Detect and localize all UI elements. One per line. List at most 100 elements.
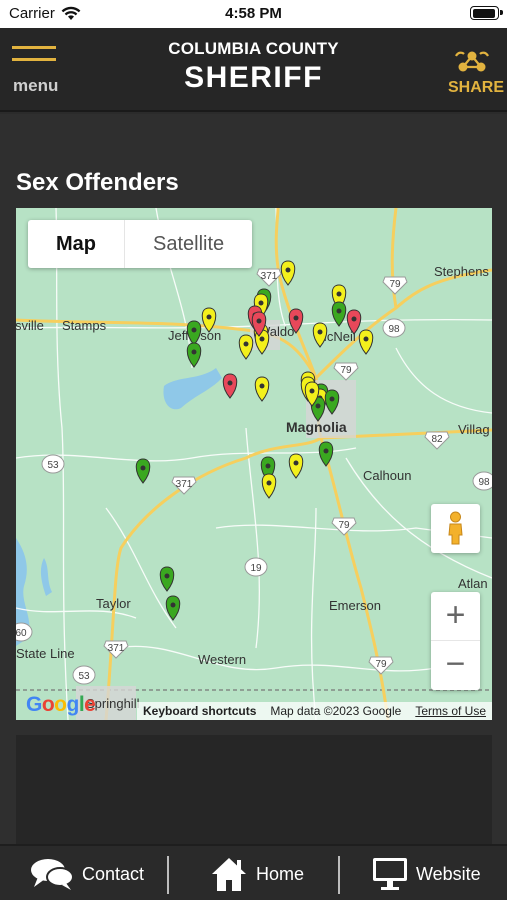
chat-bubbles-icon <box>31 859 74 890</box>
yellow-offender-marker[interactable] <box>238 334 254 360</box>
share-icon <box>455 51 489 72</box>
marker-dot <box>164 573 170 579</box>
place-label: Magnolia <box>286 419 347 435</box>
svg-text:53: 53 <box>47 460 59 471</box>
tab-home-label: Home <box>256 863 305 884</box>
share-label: SHARE <box>448 79 505 96</box>
yellow-offender-marker[interactable] <box>280 260 296 286</box>
map-footer: Google Keyboard shortcuts Map data ©2023… <box>16 693 492 720</box>
svg-text:53: 53 <box>78 671 90 682</box>
map-view-button[interactable]: Map <box>28 220 124 268</box>
clock: 4:58 PM <box>225 5 282 22</box>
place-label: Atlan <box>458 576 488 591</box>
marker-dot <box>351 316 357 322</box>
marker-dot <box>293 460 299 466</box>
marker-dot <box>285 267 291 273</box>
place-label: Stephens <box>434 264 489 279</box>
place-label: Stamps <box>62 318 107 333</box>
tab-separator <box>167 856 169 894</box>
marker-dot <box>140 465 146 471</box>
place-label: State Line <box>16 646 75 661</box>
marker-dot <box>336 291 342 297</box>
marker-dot <box>258 300 264 306</box>
svg-text:79: 79 <box>338 520 350 531</box>
marker-dot <box>315 403 321 409</box>
tab-website-label: Website <box>416 863 481 884</box>
battery-icon <box>470 6 503 20</box>
zoom-out-button[interactable]: − <box>431 641 480 690</box>
green-offender-marker[interactable] <box>318 441 334 467</box>
place-label: Calhoun <box>363 468 411 483</box>
svg-text:98: 98 <box>388 324 400 335</box>
green-offender-marker[interactable] <box>159 566 175 592</box>
red-offender-marker[interactable] <box>222 373 238 399</box>
marker-dot <box>243 341 249 347</box>
zoom-in-button[interactable]: + <box>431 592 480 641</box>
place-label: Taylor <box>96 596 131 611</box>
app-header: menu COLUMBIA COUNTY SHERIFF SHARE <box>0 28 507 112</box>
county-name: COLUMBIA COUNTY <box>168 39 339 58</box>
map-roads: Stephens Stamps sville Jefferson Waldo M… <box>16 208 492 720</box>
marker-dot <box>363 336 369 342</box>
yellow-offender-marker[interactable] <box>254 376 270 402</box>
place-label: Western <box>198 652 246 667</box>
svg-text:98: 98 <box>478 477 490 488</box>
marker-dot <box>170 602 176 608</box>
marker-dot <box>206 314 212 320</box>
map-data-credit: Map data ©2023 Google <box>270 704 402 718</box>
marker-dot <box>323 448 329 454</box>
map-type-control: Map Satellite <box>28 220 253 268</box>
marker-dot <box>259 336 265 342</box>
yellow-offender-marker[interactable] <box>358 329 374 355</box>
tab-contact-label: Contact <box>82 863 145 884</box>
marker-dot <box>191 349 197 355</box>
status-bar: Carrier 4:58 PM <box>0 0 507 28</box>
marker-dot <box>265 463 271 469</box>
place-label: Villag <box>458 422 490 437</box>
svg-text:60: 60 <box>16 628 27 639</box>
svg-text:79: 79 <box>340 365 352 376</box>
tab-separator <box>338 856 340 894</box>
svg-text:79: 79 <box>375 659 387 670</box>
street-view-pegman-icon[interactable] <box>431 504 480 553</box>
map-attribution: Keyboard shortcuts Map data ©2023 Google… <box>137 702 492 720</box>
marker-dot <box>227 380 233 386</box>
tab-home[interactable]: Home <box>210 846 304 900</box>
place-label: Emerson <box>329 598 381 613</box>
bottom-tab-bar: Contact Home Website <box>0 844 507 900</box>
marker-dot <box>259 383 265 389</box>
agency-title: COLUMBIA COUNTY SHERIFF <box>0 39 507 95</box>
info-panel <box>16 735 492 850</box>
marker-dot <box>293 315 299 321</box>
zoom-control: + − <box>431 592 480 690</box>
yellow-offender-marker[interactable] <box>288 453 304 479</box>
tab-contact[interactable]: Contact <box>30 846 144 900</box>
satellite-view-button[interactable]: Satellite <box>124 220 252 268</box>
agency-name: SHERIFF <box>184 61 323 94</box>
svg-text:82: 82 <box>431 434 443 445</box>
green-offender-marker[interactable] <box>186 342 202 368</box>
yellow-offender-marker[interactable] <box>261 473 277 499</box>
marker-dot <box>309 388 315 394</box>
share-button[interactable]: SHARE <box>448 50 504 96</box>
offender-map[interactable]: Stephens Stamps sville Jefferson Waldo M… <box>16 208 492 720</box>
svg-text:371: 371 <box>108 643 125 654</box>
marker-dot <box>329 396 335 402</box>
google-logo: Google <box>26 693 96 716</box>
keyboard-shortcuts-link[interactable]: Keyboard shortcuts <box>143 704 256 718</box>
tab-website[interactable]: Website <box>372 846 481 900</box>
marker-dot <box>336 308 342 314</box>
content-area: Sex Offenders Stephens Stamps sville Wal… <box>0 114 507 850</box>
marker-dot <box>256 318 262 324</box>
terms-of-use-link[interactable]: Terms of Use <box>415 704 486 718</box>
house-icon <box>212 858 246 891</box>
marker-dot <box>191 327 197 333</box>
monitor-icon <box>373 858 407 890</box>
marker-dot <box>266 480 272 486</box>
svg-text:19: 19 <box>250 563 262 574</box>
green-offender-marker[interactable] <box>135 458 151 484</box>
marker-dot <box>317 329 323 335</box>
svg-text:79: 79 <box>389 279 401 290</box>
svg-text:371: 371 <box>261 271 278 282</box>
place-label: sville <box>16 318 44 333</box>
